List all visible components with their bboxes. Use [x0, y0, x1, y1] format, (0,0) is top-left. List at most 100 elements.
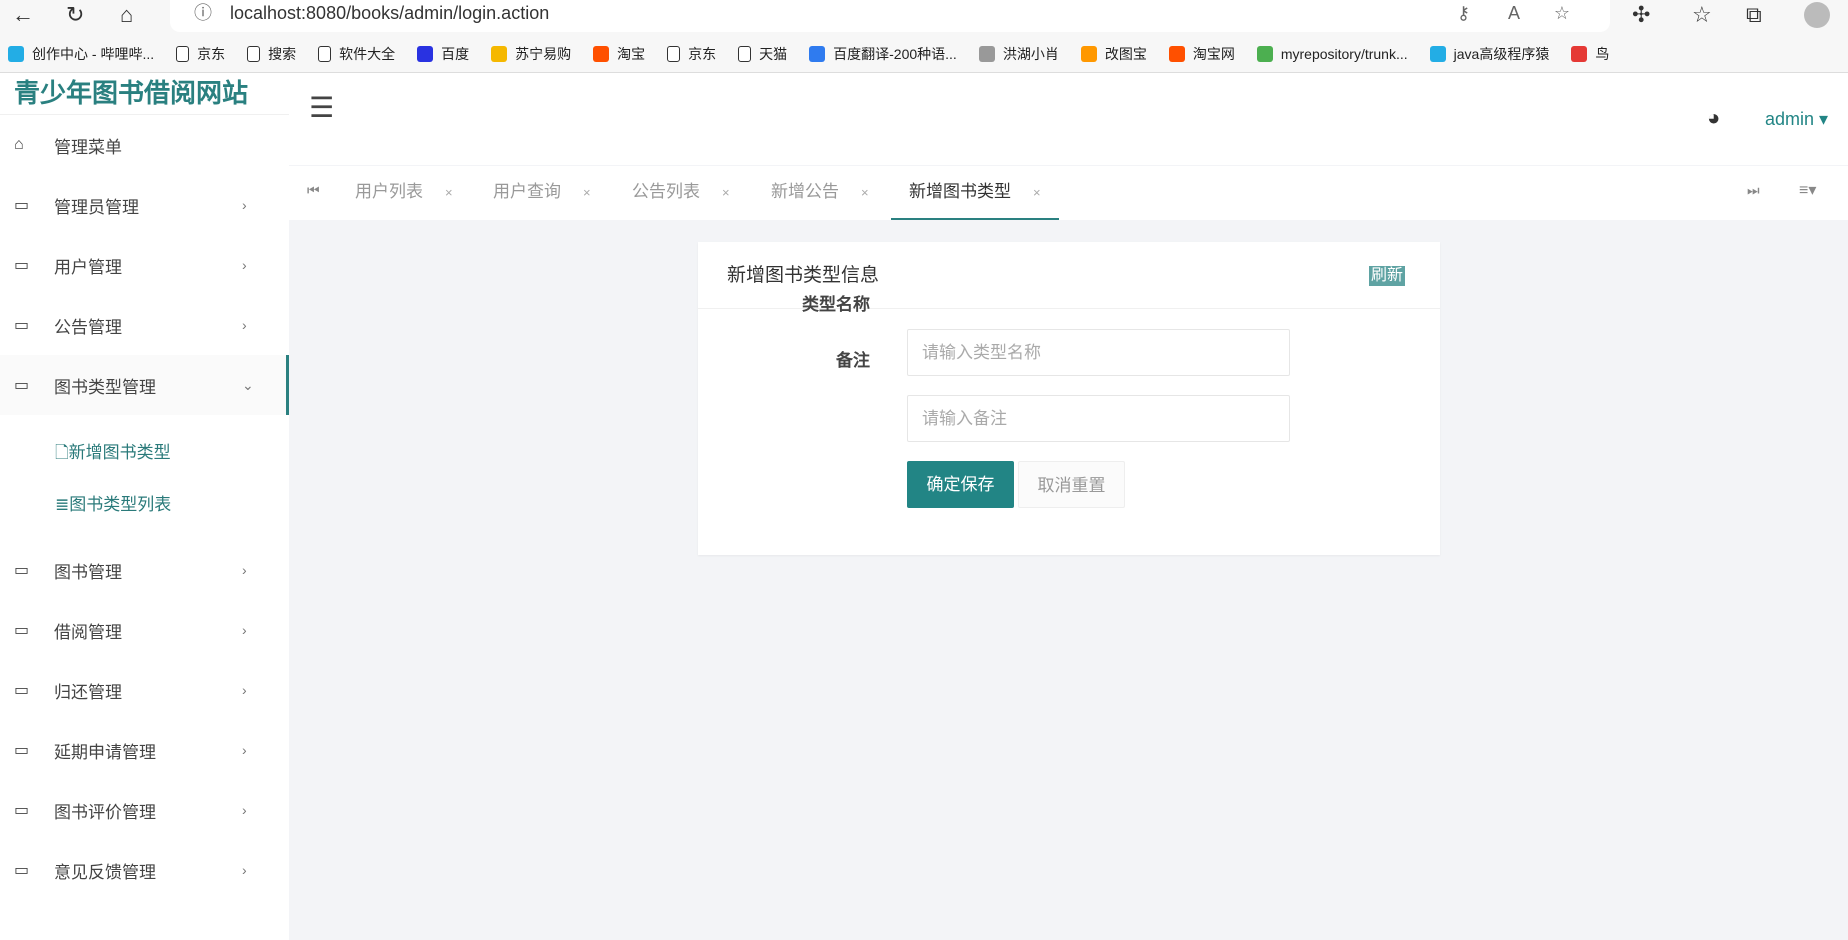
reset-button[interactable]: 取消重置 — [1018, 461, 1125, 508]
remark-input[interactable] — [907, 395, 1290, 442]
menu-toggle-icon[interactable]: ☰ — [309, 91, 334, 124]
scroll-right-icon[interactable]: ⏭ — [1747, 182, 1760, 199]
extensions-icon[interactable]: ✣ — [1632, 2, 1650, 28]
sidebar-item[interactable]: ▭ 用户管理 › — [0, 235, 287, 295]
bookmark-item[interactable]: myrepository/trunk... — [1256, 46, 1408, 62]
close-icon[interactable]: × — [861, 185, 869, 200]
bookmark-icon — [593, 46, 610, 62]
sidebar-item[interactable]: ▭ 公告管理 › — [0, 295, 287, 355]
submenu-add-book-type[interactable]: 🗋新增图书类型 — [55, 438, 171, 469]
site-logo: 青少年图书借阅网站 — [0, 73, 289, 115]
chevron-right-icon: › — [242, 257, 247, 273]
tab[interactable]: 用户查询 × — [493, 166, 591, 220]
sidebar-item-label: 公告管理 — [54, 317, 122, 337]
laptop-icon: ▭ — [14, 862, 30, 879]
sidebar-item[interactable]: ▭ 图书类型管理 ⌄ — [0, 355, 289, 415]
bookmark-item[interactable]: 创作中心 - 哔哩哔... — [8, 44, 154, 64]
sidebar-item[interactable]: ▭ 借阅管理 › — [0, 600, 287, 660]
sidebar: 青少年图书借阅网站 ⌂ 管理菜单 ▭ 管理员管理 › ▭ 用户管理 › ▭ 公告管理 › ▭ 图书类型… — [0, 73, 289, 940]
bookmark-label: 淘宝 — [617, 46, 646, 62]
bookmark-item[interactable]: 改图宝 — [1080, 44, 1147, 64]
close-icon[interactable]: × — [445, 185, 453, 200]
bookmark-label: myrepository/trunk... — [1280, 46, 1408, 62]
bookmark-item[interactable]: 淘宝 — [593, 44, 645, 64]
bookmark-item[interactable]: 天猫 — [738, 44, 787, 64]
bookmark-label: 百度翻译-200种语... — [833, 46, 957, 62]
laptop-icon: ▭ — [14, 197, 30, 214]
tab[interactable]: 公告列表 × — [632, 166, 730, 220]
bookmark-item[interactable]: 京东 — [667, 44, 716, 64]
bookmark-item[interactable]: java高级程序猿 — [1429, 44, 1550, 64]
chevron-down-icon: ⌄ — [242, 376, 254, 393]
close-icon[interactable]: × — [722, 185, 730, 200]
palette-icon[interactable]: ◕ — [1707, 105, 1720, 131]
save-button[interactable]: 确定保存 — [907, 461, 1014, 508]
bookmark-item[interactable]: 搜索 — [247, 44, 296, 64]
bookmark-item[interactable]: 淘宝网 — [1168, 44, 1235, 64]
tab-label: 用户列表 — [355, 182, 423, 201]
sidebar-item-label: 延期申请管理 — [54, 742, 156, 762]
menu-title-label: 管理菜单 — [54, 137, 122, 157]
sidebar-item[interactable]: ▭ 归还管理 › — [0, 660, 287, 720]
tab[interactable]: 新增图书类型 × — [891, 166, 1059, 220]
sidebar-item[interactable]: ▭ 图书管理 › — [0, 540, 287, 600]
tab[interactable]: 用户列表 × — [355, 166, 453, 220]
url-text: localhost:8080/books/admin/login.action — [230, 3, 550, 23]
refresh-button[interactable]: 刷新 — [1368, 266, 1405, 286]
bookmark-label: 京东 — [197, 46, 226, 62]
chevron-right-icon: › — [242, 802, 247, 818]
back-icon[interactable]: ← — [12, 2, 34, 28]
bookmark-label: 百度 — [441, 46, 470, 62]
bookmark-item[interactable]: 软件大全 — [318, 44, 395, 64]
bookmark-icon — [417, 46, 434, 62]
submenu-book-type-list[interactable]: ≣图书类型列表 — [55, 490, 171, 515]
bookmark-icon — [8, 46, 24, 62]
sidebar-item[interactable]: ▭ 图书评价管理 › — [0, 780, 287, 840]
favorites-icon[interactable]: ☆ — [1692, 2, 1712, 28]
close-icon[interactable]: × — [1033, 185, 1041, 200]
bookmark-icon — [491, 46, 508, 62]
bookmark-item[interactable]: 百度 — [417, 44, 469, 64]
sidebar-item[interactable]: ▭ 意见反馈管理 › — [0, 840, 287, 900]
address-bar[interactable]: ⓘ localhost:8080/books/admin/login.actio… — [170, 0, 1610, 32]
chevron-right-icon: › — [242, 622, 247, 638]
bookmark-icon — [1571, 46, 1588, 62]
tab[interactable]: 新增公告 × — [771, 166, 869, 220]
reload-icon[interactable]: ↻ — [66, 2, 84, 28]
bookmark-item[interactable]: 洪湖小肖 — [978, 44, 1059, 64]
sidebar-item[interactable]: ▭ 延期申请管理 › — [0, 720, 287, 780]
read-aloud-icon[interactable]: A — [1508, 0, 1520, 26]
browser-toolbar: ← ↻ ⌂ ⓘ localhost:8080/books/admin/login… — [0, 0, 1848, 36]
bookmark-item[interactable]: 苏宁易购 — [491, 44, 571, 64]
chevron-right-icon: › — [242, 862, 247, 878]
bookmark-label: 洪湖小肖 — [1002, 46, 1059, 62]
chevron-right-icon: › — [242, 682, 247, 698]
bookmark-label: 改图宝 — [1104, 46, 1147, 62]
home-icon[interactable]: ⌂ — [120, 2, 133, 28]
user-menu[interactable]: admin ▾ — [1765, 109, 1828, 130]
type-name-input[interactable] — [907, 329, 1290, 376]
profile-avatar[interactable] — [1804, 2, 1830, 28]
bookmark-label: 天猫 — [759, 46, 788, 62]
favorite-add-icon[interactable]: ☆ — [1554, 0, 1570, 26]
laptop-icon: ▭ — [14, 802, 30, 819]
tab-options-icon[interactable]: ≡▾ — [1799, 180, 1816, 200]
card-title: 新增图书类型信息 — [727, 265, 880, 286]
sidebar-item[interactable]: ▭ 管理员管理 › — [0, 175, 287, 235]
sidebar-item-label: 图书管理 — [54, 562, 122, 582]
chevron-right-icon: › — [242, 742, 247, 758]
bookmark-label: java高级程序猿 — [1453, 46, 1550, 62]
bookmark-item[interactable]: 京东 — [176, 44, 225, 64]
collections-icon[interactable]: ⧉ — [1746, 2, 1762, 28]
key-icon[interactable]: ⚷ — [1457, 0, 1470, 26]
bookmark-item[interactable]: 百度翻译-200种语... — [809, 44, 957, 64]
close-icon[interactable]: × — [583, 185, 591, 200]
bookmark-icon — [1256, 46, 1273, 62]
submenu-label: 新增图书类型 — [68, 443, 171, 462]
laptop-icon: ▭ — [14, 742, 30, 759]
laptop-icon: ▭ — [14, 317, 30, 334]
bookmark-icon — [176, 46, 190, 62]
scroll-left-icon[interactable]: ⏮ — [307, 182, 320, 199]
bookmark-label: 搜索 — [268, 46, 297, 62]
bookmark-item[interactable]: 鸟 — [1571, 44, 1609, 64]
